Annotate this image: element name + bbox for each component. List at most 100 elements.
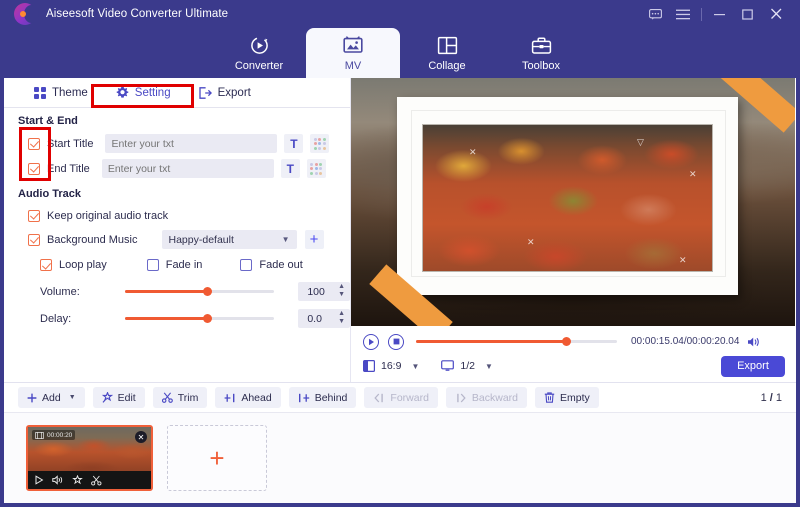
nav-tab-toolbox[interactable]: Toolbox bbox=[494, 28, 588, 78]
move-forward-button[interactable]: Forward bbox=[364, 387, 438, 408]
speaker-icon[interactable] bbox=[747, 336, 761, 348]
start-end-section-label: Start & End bbox=[18, 115, 78, 127]
export-button[interactable]: Export bbox=[721, 355, 785, 377]
edit-button[interactable]: Edit bbox=[92, 387, 145, 408]
loop-play-checkbox[interactable] bbox=[40, 259, 52, 271]
app-window: Aiseesoft Video Converter Ultimate Conve… bbox=[0, 0, 800, 507]
page-total: 1 bbox=[775, 391, 782, 404]
end-title-checkbox[interactable] bbox=[28, 162, 40, 175]
move-backward-button[interactable]: Backward bbox=[445, 387, 528, 408]
volume-stepper[interactable]: 100 ▲ ▼ bbox=[298, 282, 350, 301]
preview-controls: 00:00:15.04/00:00:20.04 16:9 ▼ 1/2 ▼ Exp… bbox=[351, 326, 795, 382]
settings-panel: Theme Setting Export Start & End Start T… bbox=[4, 78, 351, 382]
scissors-icon bbox=[161, 392, 173, 403]
menu-icon[interactable] bbox=[669, 0, 697, 28]
trim-button[interactable]: Trim bbox=[152, 387, 208, 408]
end-title-style-grid-button[interactable] bbox=[306, 159, 326, 178]
delay-stepper[interactable]: 0.0 ▲ ▼ bbox=[298, 309, 350, 328]
sub-tab-setting[interactable]: Setting bbox=[102, 78, 185, 108]
sub-tab-export[interactable]: Export bbox=[185, 78, 265, 108]
page-current: 1 bbox=[760, 391, 767, 404]
nav-tab-mv[interactable]: MV bbox=[306, 28, 400, 78]
playback-progress-slider[interactable] bbox=[416, 337, 617, 346]
main-nav-tabs: Converter MV Collage Toolbox bbox=[0, 28, 800, 78]
fade-out-label: Fade out bbox=[259, 259, 303, 271]
add-button-label: Add bbox=[42, 391, 61, 404]
insert-ahead-button[interactable]: Ahead bbox=[215, 387, 281, 408]
background-music-checkbox[interactable] bbox=[28, 233, 40, 246]
title-bar: Aiseesoft Video Converter Ultimate bbox=[0, 0, 800, 28]
volume-value: 100 bbox=[307, 285, 325, 298]
clip-thumbnail[interactable]: 00:00:20 ✕ bbox=[26, 425, 153, 491]
stepper-arrows-icon[interactable]: ▲ ▼ bbox=[338, 310, 345, 325]
video-preview[interactable]: ✕ ▽ ✕ ✕ ✕ bbox=[351, 78, 795, 326]
clip-close-icon[interactable]: ✕ bbox=[135, 431, 147, 443]
end-title-label: End Title bbox=[47, 162, 90, 175]
photo-frame: ✕ ▽ ✕ ✕ ✕ bbox=[397, 97, 738, 295]
sub-tab-label: Export bbox=[217, 86, 251, 99]
delay-row: Delay: 0.0 ▲ ▼ bbox=[4, 305, 350, 332]
preview-photo bbox=[422, 124, 713, 272]
keep-original-audio-checkbox[interactable] bbox=[28, 209, 40, 222]
sub-tab-label: Theme bbox=[52, 86, 88, 99]
start-title-input[interactable] bbox=[105, 134, 278, 153]
move-forward-icon bbox=[373, 393, 385, 403]
clip-mute-icon[interactable] bbox=[52, 475, 64, 485]
close-icon[interactable] bbox=[762, 0, 790, 28]
delay-slider-handle[interactable] bbox=[202, 314, 212, 323]
background-music-select[interactable]: Happy-default ▼ bbox=[161, 230, 297, 249]
monitor-icon bbox=[441, 360, 455, 372]
aspect-ratio-control[interactable]: 16:9 ▼ bbox=[363, 360, 419, 372]
volume-label: Volume: bbox=[40, 285, 80, 298]
playback-slider-handle[interactable] bbox=[562, 337, 572, 346]
stop-icon[interactable] bbox=[388, 333, 404, 350]
page-indicator: 1 / 1 bbox=[761, 392, 782, 404]
aspect-ratio-icon bbox=[363, 360, 375, 372]
feedback-icon[interactable] bbox=[641, 0, 669, 28]
collage-icon bbox=[437, 35, 458, 57]
maximize-icon[interactable] bbox=[734, 0, 762, 28]
insert-ahead-button-label: Ahead bbox=[241, 391, 272, 404]
start-title-text-style-button[interactable]: T bbox=[284, 134, 304, 153]
stepper-arrows-icon[interactable]: ▲ ▼ bbox=[338, 283, 345, 298]
preview-panel: ✕ ▽ ✕ ✕ ✕ 00:00:15.04/00:00:20.04 16:9 ▼… bbox=[351, 78, 795, 382]
delay-slider[interactable] bbox=[125, 314, 275, 323]
move-backward-icon bbox=[455, 393, 467, 403]
nav-tab-label: MV bbox=[344, 59, 362, 72]
empty-button[interactable]: Empty bbox=[535, 387, 599, 408]
fade-in-checkbox[interactable] bbox=[146, 259, 159, 271]
end-title-input[interactable] bbox=[101, 159, 274, 178]
minimize-icon[interactable] bbox=[706, 0, 734, 28]
converter-icon bbox=[249, 35, 270, 57]
clip-effect-icon[interactable] bbox=[72, 474, 83, 486]
add-clip-tile[interactable]: + bbox=[167, 425, 267, 491]
film-icon bbox=[35, 431, 44, 439]
trash-icon bbox=[544, 392, 555, 403]
add-music-button[interactable]: + bbox=[304, 230, 324, 249]
divider bbox=[701, 7, 702, 21]
volume-slider[interactable] bbox=[125, 287, 275, 296]
volume-slider-handle[interactable] bbox=[202, 287, 212, 296]
play-icon[interactable] bbox=[363, 333, 379, 350]
quality-control[interactable]: 1/2 ▼ bbox=[441, 360, 493, 372]
insert-behind-button[interactable]: Behind bbox=[288, 387, 357, 408]
nav-tab-label: Converter bbox=[234, 59, 284, 72]
end-title-text-style-button[interactable]: T bbox=[280, 159, 300, 178]
fade-out-checkbox[interactable] bbox=[240, 259, 253, 271]
clip-play-icon[interactable] bbox=[34, 475, 44, 485]
clip-trim-icon[interactable] bbox=[91, 475, 102, 486]
keep-original-audio-row: Keep original audio track bbox=[4, 204, 350, 227]
nav-tab-label: Collage bbox=[428, 59, 466, 72]
move-forward-button-label: Forward bbox=[390, 391, 429, 404]
start-title-checkbox[interactable] bbox=[28, 137, 40, 150]
nav-tab-converter[interactable]: Converter bbox=[212, 28, 306, 78]
volume-row: Volume: 100 ▲ ▼ bbox=[4, 278, 350, 305]
add-button[interactable]: Add ▼ bbox=[18, 387, 85, 408]
background-music-value: Happy-default bbox=[168, 233, 234, 246]
window-body: Theme Setting Export Start & End Start T… bbox=[0, 78, 800, 507]
nav-tab-collage[interactable]: Collage bbox=[400, 28, 494, 78]
clip-toolbar: Add ▼ Edit Trim Ahead Behind Forward Bac… bbox=[4, 382, 796, 412]
sub-tab-theme[interactable]: Theme bbox=[20, 78, 102, 108]
sub-tab-label: Setting bbox=[134, 86, 171, 99]
start-title-style-grid-button[interactable] bbox=[310, 134, 330, 153]
